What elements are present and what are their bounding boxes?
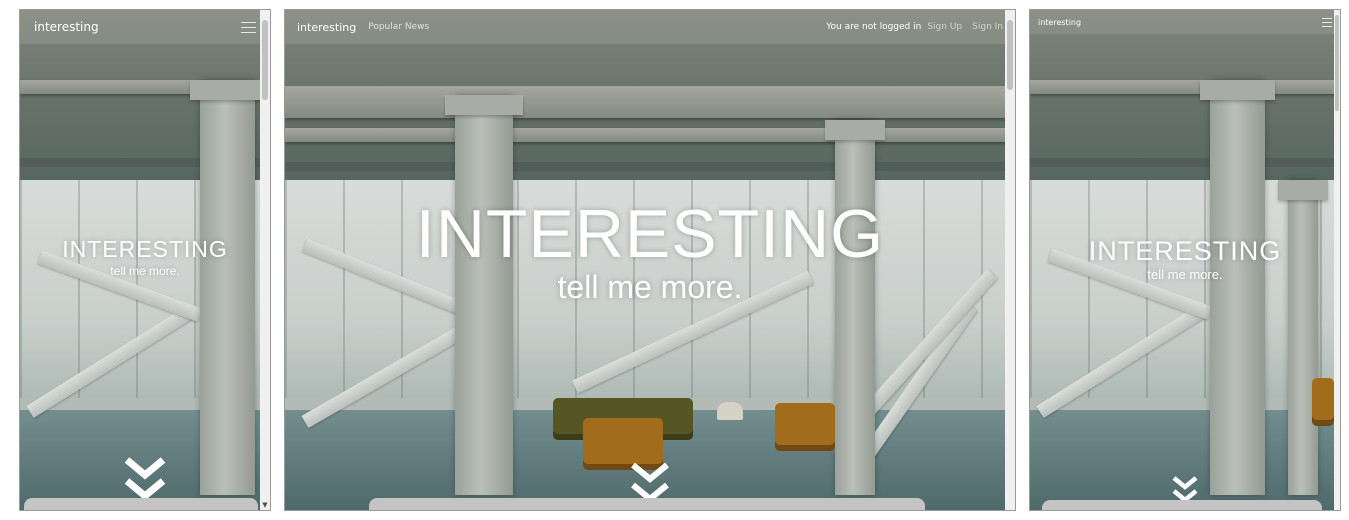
scroll-down-arrow-icon[interactable]: ▼ <box>260 500 270 510</box>
hero-subtitle: tell me more. <box>1147 267 1223 282</box>
sign-up-link[interactable]: Sign Up <box>927 22 962 32</box>
sign-in-link[interactable]: Sign In <box>972 22 1003 32</box>
brand-link[interactable]: interesting <box>1038 18 1081 27</box>
hero-title: INTERESTING <box>415 196 885 272</box>
hero-heading: INTERESTING tell me more. <box>285 198 1015 304</box>
mobile-navbar: interesting <box>20 10 270 44</box>
scrollbar-thumb[interactable] <box>1335 15 1339 111</box>
page-scrollbar[interactable] <box>1005 10 1015 510</box>
hero-subtitle: tell me more. <box>110 264 180 278</box>
hero-heading: INTERESTING tell me more. <box>20 236 270 278</box>
scrollbar-thumb[interactable] <box>262 20 268 100</box>
hero-subtitle: tell me more. <box>557 269 743 305</box>
brand-link[interactable]: interesting <box>34 20 99 34</box>
bottom-panel-edge <box>24 498 258 510</box>
tablet-navbar: interesting <box>1030 10 1340 34</box>
hamburger-icon[interactable] <box>241 21 256 33</box>
scrollbar-thumb[interactable] <box>1007 20 1013 90</box>
mobile-preview: interesting INTERESTING tell me more. ▼ <box>20 10 270 510</box>
desktop-preview: interesting Popular News You are not log… <box>285 10 1015 510</box>
hero-title: INTERESTING <box>62 236 228 262</box>
hamburger-icon[interactable] <box>1322 18 1332 27</box>
login-status-text: You are not logged in <box>826 22 922 32</box>
desktop-navbar: interesting Popular News You are not log… <box>285 10 1015 44</box>
double-chevron-down-icon[interactable] <box>123 456 167 502</box>
hero-title: INTERESTING <box>1088 236 1282 266</box>
bottom-panel-edge <box>1042 500 1322 510</box>
nav-popular-news[interactable]: Popular News <box>368 22 429 32</box>
tablet-preview: interesting INTERESTING tell me more. <box>1030 10 1340 510</box>
brand-link[interactable]: interesting <box>297 21 356 34</box>
bottom-panel-edge <box>369 498 925 510</box>
hero-heading: INTERESTING tell me more. <box>1030 236 1340 282</box>
page-scrollbar[interactable]: ▼ <box>260 10 270 510</box>
page-scrollbar[interactable] <box>1334 10 1340 510</box>
